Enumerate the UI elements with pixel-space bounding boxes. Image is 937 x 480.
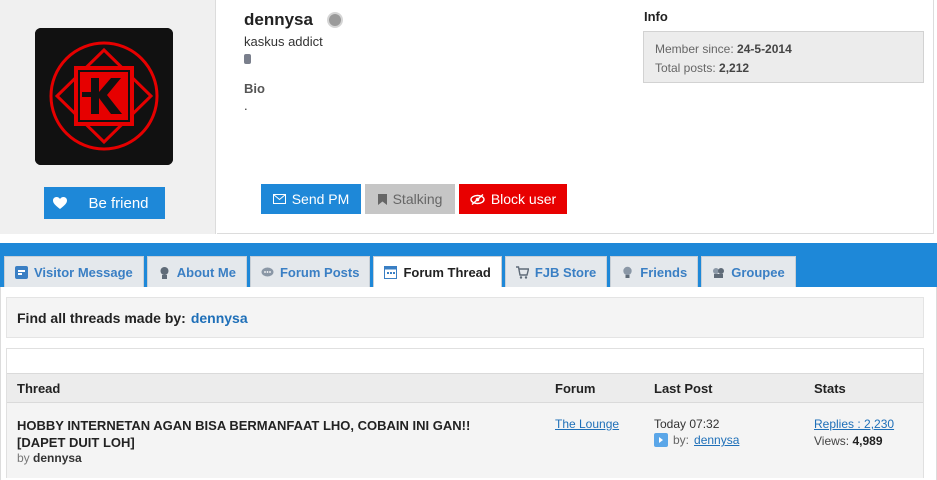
thread-table-header: Thread Forum Last Post Stats [7, 373, 923, 403]
header-forum: Forum [555, 381, 596, 396]
thread-replies-link[interactable]: Replies : 2,230 [814, 417, 894, 431]
be-friend-button[interactable]: Be friend [44, 187, 165, 219]
be-friend-label: Be friend [88, 194, 149, 212]
tab-groupee[interactable]: Groupee [701, 256, 796, 287]
profile-actions: Send PM Stalking Block user [261, 184, 567, 214]
header-thread: Thread [17, 381, 61, 396]
bio-text: . [244, 98, 248, 113]
envelope-icon [272, 194, 286, 204]
thread-author: by dennysa [17, 451, 82, 465]
bio-title: Bio [244, 81, 265, 96]
find-threads-user[interactable]: dennysa [191, 310, 248, 326]
last-post-time: Today 07:32 [654, 417, 720, 431]
thread-table: Thread Forum Last Post Stats HOBBY INTER… [6, 348, 924, 478]
header-last-post: Last Post [654, 381, 713, 396]
thread-views: Views: 4,989 [814, 434, 883, 448]
last-post-by: by: dennysa [654, 433, 739, 447]
profile-tab-bar: Visitor Message About Me Forum Posts For… [0, 243, 937, 287]
group-icon [713, 267, 725, 278]
find-threads-label: Find all threads made by: [17, 309, 186, 326]
profile-main: dennysa kaskus addict Bio . Info Member … [217, 0, 934, 234]
tab-visitor-message[interactable]: Visitor Message [4, 256, 144, 287]
total-posts: Total posts: 2,212 [655, 61, 750, 75]
heart-icon [44, 187, 76, 219]
info-box: Member since: 24-5-2014 Total posts: 2,2… [643, 31, 924, 83]
forum-thread-content: Find all threads made by: dennysa Thread… [0, 287, 937, 480]
member-since: Member since: 24-5-2014 [655, 42, 792, 56]
tab-about-me[interactable]: About Me [146, 256, 247, 287]
table-row: HOBBY INTERNETAN AGAN BISA BERMANFAAT LH… [7, 403, 923, 478]
message-board-icon [15, 265, 28, 279]
avatar-panel: Be friend [0, 0, 216, 234]
user-info-icon [160, 266, 169, 279]
send-pm-button[interactable]: Send PM [261, 184, 361, 214]
thread-forum-link[interactable]: The Lounge [555, 417, 619, 431]
shopping-cart-icon [515, 265, 529, 279]
last-post-user-link[interactable]: dennysa [694, 433, 739, 447]
block-user-button[interactable]: Block user [459, 184, 567, 214]
user-rank: kaskus addict [244, 34, 323, 49]
tab-fjb-store[interactable]: FJB Store [504, 256, 608, 287]
rank-badge-icon [244, 54, 251, 64]
bookmark-icon [377, 193, 387, 205]
avatar[interactable] [35, 28, 173, 165]
tabs: Visitor Message About Me Forum Posts For… [4, 256, 796, 287]
thread-title[interactable]: HOBBY INTERNETAN AGAN BISA BERMANFAAT LH… [17, 417, 477, 451]
thread-window-icon [384, 265, 398, 279]
tab-forum-posts[interactable]: Forum Posts [249, 256, 371, 287]
speech-bubble-icon [261, 267, 274, 276]
stalking-button[interactable]: Stalking [365, 184, 455, 214]
bulb-icon [623, 266, 632, 278]
tab-friends[interactable]: Friends [610, 256, 699, 287]
go-to-last-post-icon[interactable] [654, 433, 668, 447]
profile-page: Be friend dennysa kaskus addict Bio . In… [0, 0, 937, 480]
find-threads-header: Find all threads made by: dennysa [6, 297, 924, 338]
eye-slash-icon [470, 193, 485, 205]
header-stats: Stats [814, 381, 846, 396]
username: dennysa [244, 10, 313, 29]
kaskus-logo-icon [35, 28, 173, 165]
offline-status-icon [327, 12, 343, 28]
tab-forum-thread[interactable]: Forum Thread [373, 256, 502, 287]
info-title: Info [644, 9, 668, 24]
